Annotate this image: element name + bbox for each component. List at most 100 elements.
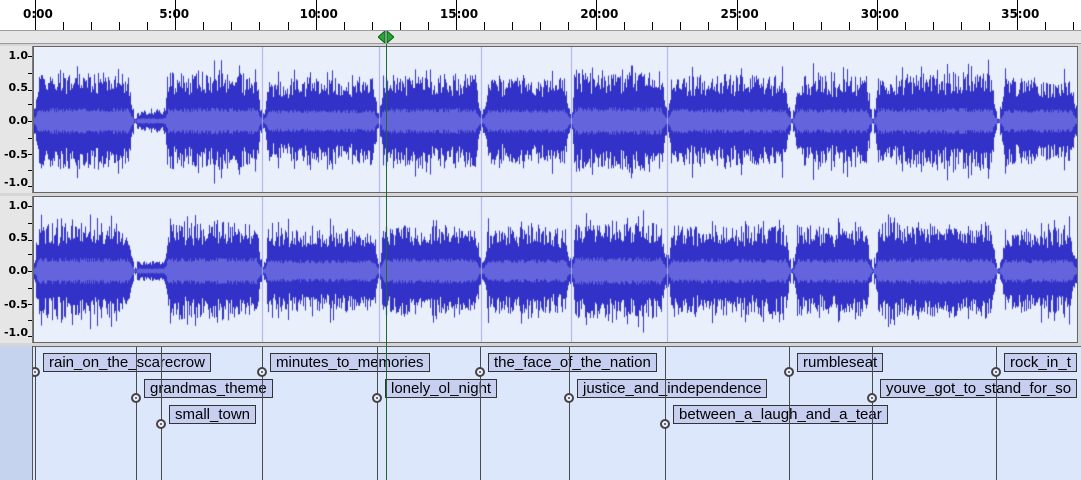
ruler-minor-tick	[483, 22, 485, 30]
label-drag-handle-icon[interactable]	[564, 393, 574, 403]
amplitude-scale-tick	[28, 304, 32, 305]
ruler-minor-tick	[343, 22, 345, 30]
ruler-minor-tick	[287, 22, 289, 30]
ruler-minor-tick	[203, 22, 205, 30]
ruler-minor-tick	[960, 22, 962, 30]
label-boundary-line	[665, 347, 666, 480]
ruler-minor-tick	[848, 22, 850, 30]
ruler-minor-tick	[820, 22, 822, 30]
label-drag-handle-icon[interactable]	[33, 367, 40, 377]
label-text[interactable]: small_town	[169, 405, 257, 424]
label-drag-handle-icon[interactable]	[372, 393, 382, 403]
ruler-tick-label: 15:00	[439, 7, 479, 21]
ruler-minor-tick	[91, 22, 93, 30]
waveform-left	[34, 47, 1077, 192]
ruler-minor-tick	[1073, 22, 1075, 30]
amplitude-scale-tick	[28, 320, 32, 321]
label-track-control-panel[interactable]	[0, 346, 33, 480]
ruler-minor-tick	[231, 22, 233, 30]
label-text[interactable]: rock_in_t	[1004, 353, 1077, 372]
play-position-indicator-icon[interactable]	[378, 31, 394, 43]
ruler-minor-tick	[427, 22, 429, 30]
label-drag-handle-icon[interactable]	[131, 393, 141, 403]
ruler-minor-tick	[708, 22, 710, 30]
amplitude-scale-label: 0.5	[8, 231, 29, 244]
label-drag-handle-icon[interactable]	[475, 367, 485, 377]
label-track[interactable]: rain_on_the_scarecrow grandmas_themesmall…	[0, 346, 1081, 480]
amplitude-scale-label: -1.0	[3, 326, 28, 339]
amplitude-scale-tick	[28, 240, 32, 241]
amplitude-scale-label: -0.5	[3, 148, 28, 161]
ruler-minor-tick	[540, 22, 542, 30]
amplitude-scale-label: -0.5	[3, 298, 28, 311]
label-text[interactable]: the_face_of_the_nation	[488, 353, 657, 372]
label-drag-handle-icon[interactable]	[867, 393, 877, 403]
play-region-bar[interactable]	[0, 30, 1081, 44]
ruler-minor-tick	[989, 22, 991, 30]
label-text[interactable]: minutes_to_memories	[270, 353, 430, 372]
ruler-minor-tick	[399, 22, 401, 30]
amplitude-scale-tick	[28, 206, 32, 207]
ruler-minor-tick	[932, 22, 934, 30]
ruler-minor-tick	[1045, 22, 1047, 30]
ruler-minor-tick	[764, 22, 766, 30]
waveform-right	[34, 197, 1077, 342]
ruler-minor-tick	[904, 22, 906, 30]
edit-cursor	[386, 44, 387, 480]
ruler-tick-label: 5:00	[159, 7, 190, 21]
label-text[interactable]: between_a_laugh_and_a_tear	[673, 405, 888, 424]
amplitude-scale-tick	[28, 104, 32, 105]
amplitude-scale-tick	[28, 121, 32, 122]
ruler-minor-tick	[680, 22, 682, 30]
ruler-minor-tick	[792, 22, 794, 30]
amplitude-scale-tick	[28, 336, 32, 337]
label-drag-handle-icon[interactable]	[257, 367, 267, 377]
amplitude-scale-tick	[28, 73, 32, 74]
amplitude-scale-tick	[28, 254, 32, 255]
ruler-tick-label: 30:00	[860, 7, 899, 21]
label-boundary-line	[377, 347, 378, 480]
amplitude-scale-tick	[28, 271, 32, 272]
label-boundary-line	[136, 347, 137, 480]
ruler-minor-tick	[512, 22, 514, 30]
amplitude-scale-label: -1.0	[3, 176, 28, 189]
amplitude-scale-tick	[28, 56, 32, 57]
label-text[interactable]: rain_on_the_scarecrow	[43, 353, 211, 372]
ruler-minor-tick	[147, 22, 149, 30]
ruler-tick-label: 20:00	[580, 7, 619, 21]
amplitude-scale-tick	[28, 288, 32, 289]
ruler-minor-tick	[568, 22, 570, 30]
ruler-tick-label: 35:00	[1001, 7, 1040, 21]
label-drag-handle-icon[interactable]	[991, 367, 1001, 377]
ruler-minor-tick	[119, 22, 121, 30]
label-boundary-line	[872, 347, 873, 480]
waveform-track-right[interactable]	[33, 196, 1078, 343]
amplitude-scale-label: 0.5	[8, 81, 29, 94]
label-text[interactable]: justice_and_independence	[577, 379, 768, 398]
amplitude-scale-tick	[28, 186, 32, 187]
label-drag-handle-icon[interactable]	[660, 419, 670, 429]
amplitude-scale-left: 1.0 0.5 0.0 -0.5 -1.0	[0, 46, 33, 193]
label-text[interactable]: youve_got_to_stand_for_so	[880, 379, 1078, 398]
amplitude-scale-label: 1.0	[8, 49, 29, 62]
amplitude-scale-tick	[28, 154, 32, 155]
label-boundary-line	[161, 347, 162, 480]
amplitude-scale-tick	[28, 90, 32, 91]
label-text[interactable]: rumbleseat	[797, 353, 884, 372]
label-drag-handle-icon[interactable]	[156, 419, 166, 429]
ruler-minor-tick	[259, 22, 261, 30]
timeline-ruler[interactable]: 0:00 5:00 10:00 15:00 20:00 25:00 30:00 35:00	[0, 0, 1081, 30]
amplitude-scale-label: 0.0	[8, 114, 29, 127]
label-text[interactable]: grandmas_theme	[144, 379, 273, 398]
amplitude-scale-tick	[28, 223, 32, 224]
label-drag-handle-icon[interactable]	[784, 367, 794, 377]
label-boundary-line	[569, 347, 570, 480]
amplitude-scale-tick	[28, 138, 32, 139]
amplitude-scale-label: 1.0	[8, 199, 29, 212]
ruler-minor-tick	[624, 22, 626, 30]
amplitude-scale-right: 1.0 0.5 0.0 -0.5 -1.0	[0, 196, 33, 343]
label-track-area[interactable]: rain_on_the_scarecrow grandmas_themesmall…	[33, 346, 1081, 480]
ruler-tick-label: 0:00	[23, 7, 53, 21]
ruler-minor-tick	[63, 22, 65, 30]
waveform-track-left[interactable]	[33, 46, 1078, 193]
